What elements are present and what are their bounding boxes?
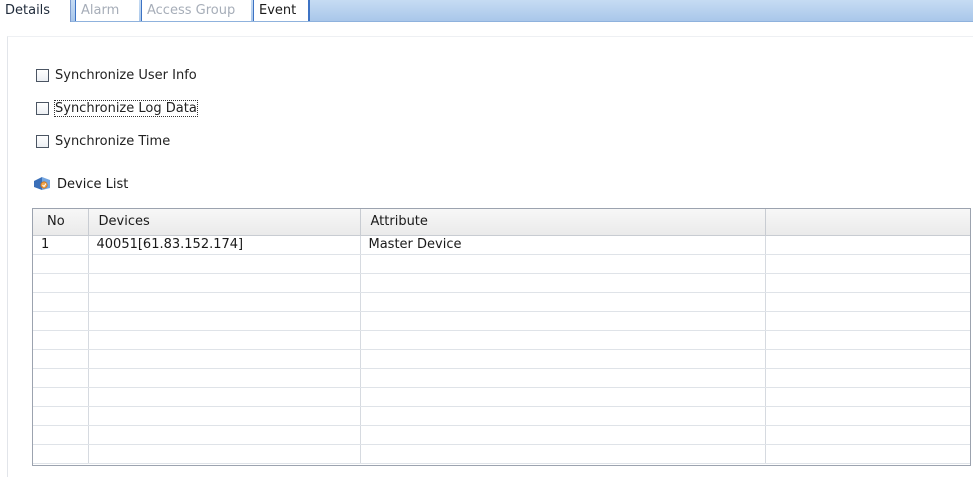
device-list-title: Device List bbox=[57, 176, 129, 192]
table-row[interactable] bbox=[33, 292, 970, 312]
cell-device bbox=[88, 387, 361, 407]
cell-extra bbox=[765, 406, 970, 426]
table-row[interactable] bbox=[33, 387, 970, 407]
sync-time-checkbox[interactable] bbox=[36, 134, 49, 148]
tab-bar: Details Alarm Access Group Event bbox=[0, 0, 973, 22]
sync-time-label: Synchronize Time bbox=[55, 133, 171, 149]
cell-no bbox=[33, 368, 89, 388]
table-row[interactable] bbox=[33, 273, 970, 293]
device-list-header: Device List bbox=[33, 174, 128, 194]
cell-extra bbox=[765, 444, 970, 464]
cell-no bbox=[33, 254, 89, 274]
cell-no bbox=[33, 311, 89, 331]
column-header-extra[interactable] bbox=[765, 209, 970, 236]
cell-device bbox=[88, 330, 361, 350]
cell-extra bbox=[765, 349, 970, 369]
cell-device bbox=[88, 425, 361, 445]
cell-extra bbox=[765, 254, 970, 274]
cell-attribute bbox=[360, 349, 766, 369]
cell-no bbox=[33, 444, 89, 464]
sync-log-data-checkbox[interactable] bbox=[36, 101, 49, 115]
tab-alarm[interactable]: Alarm bbox=[75, 0, 139, 21]
sync-log-data-label: Synchronize Log Data bbox=[54, 99, 198, 117]
sync-user-info-label: Synchronize User Info bbox=[55, 67, 197, 83]
column-header-attribute[interactable]: Attribute bbox=[360, 209, 766, 236]
cell-device bbox=[88, 444, 361, 464]
cell-device: 40051[61.83.152.174] bbox=[88, 235, 361, 255]
table-row[interactable] bbox=[33, 368, 970, 388]
sync-user-info-option[interactable]: Synchronize User Info bbox=[36, 66, 197, 84]
cell-no bbox=[33, 292, 89, 312]
table-row[interactable] bbox=[33, 444, 970, 464]
cell-attribute: Master Device bbox=[360, 235, 766, 255]
cell-device bbox=[88, 311, 361, 331]
cell-device bbox=[88, 349, 361, 369]
table-row[interactable] bbox=[33, 311, 970, 331]
cell-attribute bbox=[360, 273, 766, 293]
cell-no bbox=[33, 349, 89, 369]
device-list-table[interactable]: No Devices Attribute 1 40051[61.83.152.1… bbox=[32, 208, 971, 466]
cell-no bbox=[33, 425, 89, 445]
cell-attribute bbox=[360, 330, 766, 350]
sync-time-option[interactable]: Synchronize Time bbox=[36, 132, 170, 150]
table-row[interactable]: 1 40051[61.83.152.174] Master Device bbox=[33, 235, 970, 255]
cell-device bbox=[88, 273, 361, 293]
cell-attribute bbox=[360, 406, 766, 426]
device-list-icon bbox=[34, 177, 50, 190]
cell-extra bbox=[765, 311, 970, 331]
device-properties-panel: Details Alarm Access Group Event Synchro… bbox=[0, 0, 973, 477]
table-row[interactable] bbox=[33, 254, 970, 274]
table-row[interactable] bbox=[33, 425, 970, 445]
cell-attribute bbox=[360, 425, 766, 445]
table-row[interactable] bbox=[33, 406, 970, 426]
cell-extra bbox=[765, 387, 970, 407]
cell-no bbox=[33, 406, 89, 426]
cell-extra bbox=[765, 235, 970, 255]
cell-attribute bbox=[360, 292, 766, 312]
cell-extra bbox=[765, 330, 970, 350]
cell-device bbox=[88, 292, 361, 312]
cell-device bbox=[88, 254, 361, 274]
sync-user-info-checkbox[interactable] bbox=[36, 68, 49, 82]
cell-no bbox=[33, 330, 89, 350]
cell-no: 1 bbox=[33, 235, 89, 255]
cell-no bbox=[33, 273, 89, 293]
table-row[interactable] bbox=[33, 349, 970, 369]
cell-no bbox=[33, 387, 89, 407]
column-header-devices[interactable]: Devices bbox=[88, 209, 361, 236]
cell-attribute bbox=[360, 387, 766, 407]
tab-event[interactable]: Event bbox=[253, 0, 310, 21]
column-header-no[interactable]: No bbox=[33, 209, 89, 236]
cell-device bbox=[88, 368, 361, 388]
cell-attribute bbox=[360, 254, 766, 274]
table-row[interactable] bbox=[33, 330, 970, 350]
cell-extra bbox=[765, 425, 970, 445]
cell-attribute bbox=[360, 444, 766, 464]
cell-device bbox=[88, 406, 361, 426]
table-header-row: No Devices Attribute bbox=[33, 209, 970, 236]
cell-attribute bbox=[360, 368, 766, 388]
tab-access-group[interactable]: Access Group bbox=[141, 0, 251, 21]
sync-log-data-option[interactable]: Synchronize Log Data bbox=[36, 99, 198, 117]
cell-attribute bbox=[360, 311, 766, 331]
cell-extra bbox=[765, 368, 970, 388]
tab-details[interactable]: Details bbox=[0, 0, 71, 22]
cell-extra bbox=[765, 273, 970, 293]
cell-extra bbox=[765, 292, 970, 312]
